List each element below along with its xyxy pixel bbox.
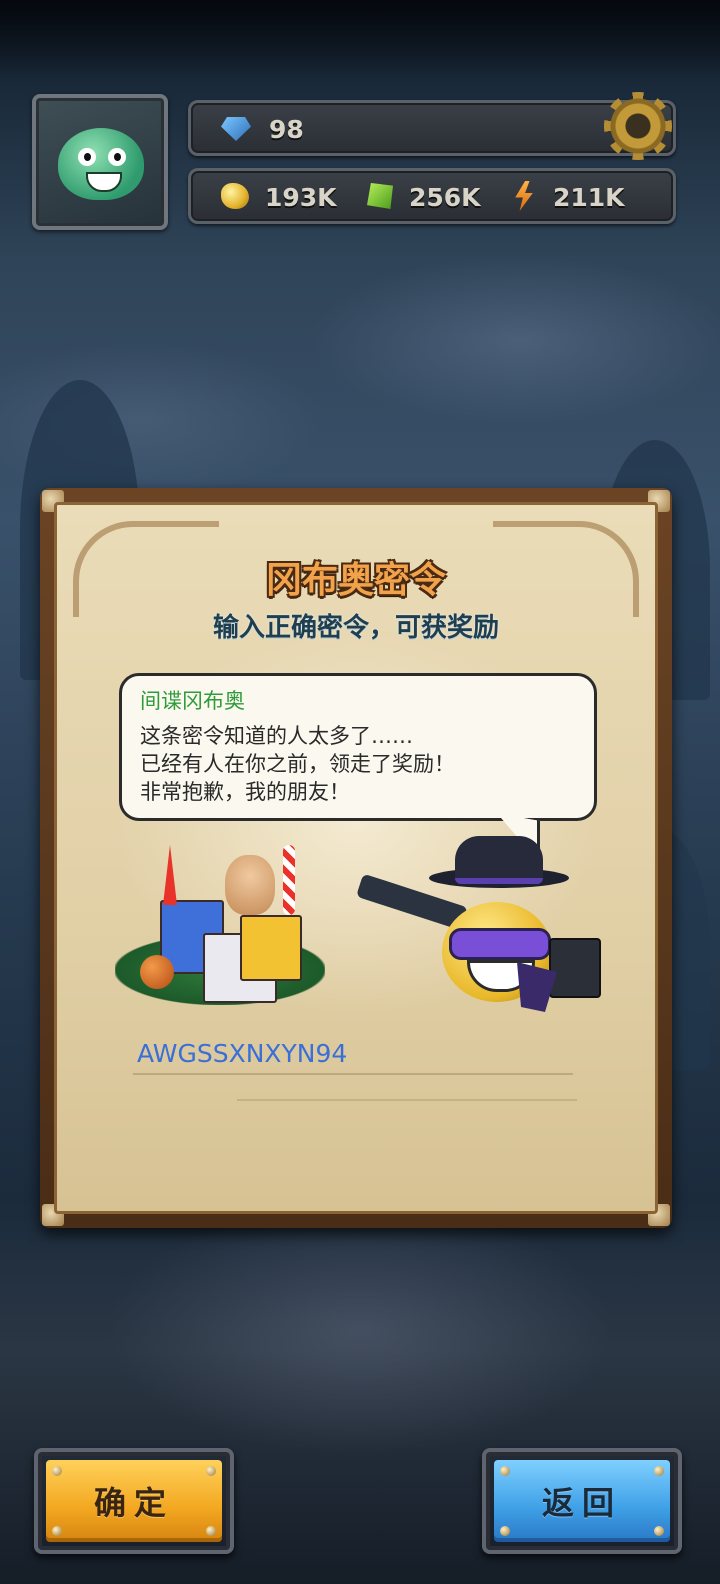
message-line: 非常抱歉，我的朋友！ [140, 780, 350, 804]
back-button-label: 返回 [541, 1484, 622, 1522]
candy-cane [283, 845, 295, 915]
message-line: 这条密令知道的人太多了…… [140, 724, 413, 748]
dialog-subtitle: 输入正确密令，可获奖励 [212, 613, 499, 643]
input-underline [237, 1099, 577, 1101]
speaker-name: 间谍冈布奥 [140, 689, 245, 713]
avatar-mouth [86, 172, 122, 192]
message-line: 已经有人在你之前，领走了奖励！ [140, 752, 455, 776]
gems-bar: 98 [188, 100, 676, 156]
green-monster-avatar-icon [58, 128, 144, 200]
energy-count: 211K [553, 183, 625, 212]
player-avatar[interactable] [32, 94, 168, 230]
spy-hat-icon [455, 836, 543, 884]
button-rivet [654, 1526, 664, 1536]
top-shade [0, 0, 720, 80]
spy-goggles [449, 928, 551, 960]
speech-bubble: 间谍冈布奥 这条密令知道的人太多了…… 已经有人在你之前，领走了奖励！ 非常抱歉… [119, 673, 597, 821]
button-rivet [52, 1526, 62, 1536]
blue-gem-icon [221, 117, 251, 141]
gift-pile-illustration [115, 845, 325, 1015]
lightning-bolt-icon [515, 181, 533, 211]
avatar-eye [78, 148, 96, 166]
button-rivet [52, 1466, 62, 1476]
party-horn [163, 845, 177, 905]
back-button[interactable]: 返回 [482, 1448, 682, 1554]
button-rivet [500, 1466, 510, 1476]
briefcase-icon [549, 938, 601, 998]
gold-nugget-icon [221, 183, 249, 209]
resources-bar: 193K 256K 211K [188, 168, 676, 224]
avatar-eye [108, 148, 126, 166]
button-rivet [206, 1526, 216, 1536]
ore-count: 256K [409, 183, 481, 212]
confirm-button[interactable]: 确定 [34, 1448, 234, 1554]
secret-code-dialog: 冈布奥密令 输入正确密令，可获奖励 间谍冈布奥 这条密令知道的人太多了…… 已经… [40, 488, 672, 1228]
confirm-button-label: 确定 [93, 1484, 174, 1522]
button-rivet [500, 1526, 510, 1536]
secret-code-input[interactable] [133, 1033, 573, 1075]
gear-icon[interactable] [604, 92, 672, 160]
gold-count: 193K [265, 183, 337, 212]
spy-character-illustration [355, 836, 607, 1020]
gift-box-yellow [240, 915, 302, 981]
button-rivet [654, 1466, 664, 1476]
dialog-title: 冈布奥密令 [265, 560, 446, 601]
parchment-panel: 冈布奥密令 输入正确密令，可获奖励 间谍冈布奥 这条密令知道的人太多了…… 已经… [54, 502, 658, 1214]
ornament-ball [140, 955, 174, 989]
button-rivet [206, 1466, 216, 1476]
green-ore-icon [367, 183, 393, 209]
gems-count: 98 [269, 115, 304, 144]
teddy-bear [225, 855, 275, 915]
